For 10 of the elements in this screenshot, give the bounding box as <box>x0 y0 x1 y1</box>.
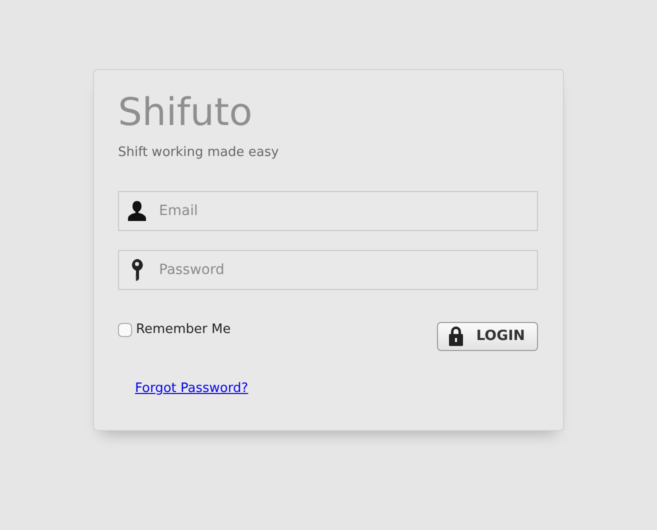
lock-icon <box>448 326 464 346</box>
forgot-password-link[interactable]: Forgot Password? <box>135 380 248 396</box>
remember-label: Remember Me <box>136 320 231 339</box>
login-button[interactable]: LOGIN <box>437 322 538 350</box>
app-title: Shifuto <box>118 90 254 134</box>
user-icon <box>126 200 148 222</box>
password-field[interactable]: Password <box>118 250 538 290</box>
email-field[interactable]: Email <box>118 190 538 230</box>
remember-checkbox[interactable] <box>118 322 132 336</box>
tagline: Shift working made easy <box>118 144 280 162</box>
